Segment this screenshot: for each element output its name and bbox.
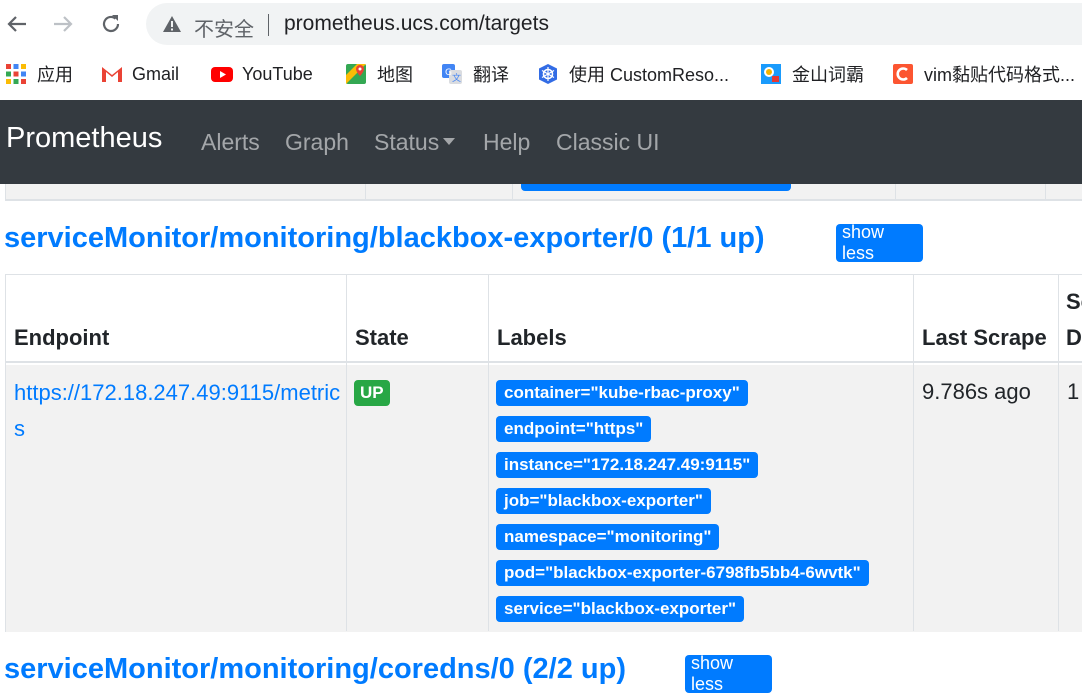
bookmark-vim-paste[interactable]: vim黏贴代码格式... — [892, 61, 1075, 87]
gmail-icon — [100, 63, 122, 85]
browser-toolbar: 不安全 prometheus.ucs.com/targets — [0, 0, 1082, 50]
previous-table-remnant — [5, 184, 1082, 201]
labels-list: container="kube-rbac-proxy" endpoint="ht… — [496, 380, 916, 632]
show-less-button[interactable]: show less — [836, 222, 923, 263]
svg-text:G: G — [445, 68, 452, 78]
bookmark-maps[interactable]: 地图 — [345, 61, 413, 87]
iciba-icon — [760, 63, 782, 85]
reload-button[interactable] — [96, 9, 126, 39]
bookmark-label: 地图 — [377, 65, 413, 85]
nav-graph[interactable]: Graph — [285, 129, 349, 156]
back-button[interactable] — [2, 9, 32, 39]
column-divider — [346, 275, 347, 631]
bookmark-label: 使用 CustomReso... — [569, 65, 730, 85]
bookmark-label: YouTube — [242, 63, 313, 84]
column-header-scrape-duration-line2: D — [1066, 325, 1082, 350]
nav-classic-ui[interactable]: Classic UI — [556, 129, 660, 156]
nav-status-label: Status — [374, 129, 440, 155]
label-badge: endpoint="https" — [496, 416, 652, 442]
bookmark-customresource[interactable]: 使用 CustomReso... — [537, 61, 729, 87]
label-badge-partial — [521, 184, 791, 191]
csdn-icon — [892, 63, 914, 85]
svg-text:文: 文 — [452, 72, 461, 84]
bookmark-label: vim黏贴代码格式... — [924, 65, 1075, 85]
column-divider — [1058, 275, 1059, 631]
column-header-last-scrape: Last Scrape — [922, 325, 1047, 350]
label-badge: container="kube-rbac-proxy" — [496, 380, 748, 406]
table-row: https://172.18.247.49:9115/metrics UP co… — [6, 365, 1082, 632]
section-title-blackbox[interactable]: serviceMonitor/monitoring/blackbox-expor… — [4, 222, 765, 255]
label-badge: job="blackbox-exporter" — [496, 488, 711, 514]
address-separator — [268, 14, 269, 36]
bookmark-label: 翻译 — [473, 65, 509, 85]
nav-alerts[interactable]: Alerts — [201, 129, 260, 156]
show-less-button[interactable]: show less — [685, 653, 772, 694]
nav-help[interactable]: Help — [483, 129, 530, 156]
state-badge-up: UP — [354, 380, 390, 406]
column-divider — [1045, 184, 1046, 199]
column-divider — [895, 184, 896, 199]
brand-link[interactable]: Prometheus — [6, 122, 162, 155]
column-header-scrape-duration: Sc — [1066, 289, 1082, 314]
forward-arrow-icon — [54, 16, 73, 32]
label-badge: pod="blackbox-exporter-6798fb5bb4-6wvtk" — [496, 560, 869, 586]
bookmark-label: 金山词霸 — [792, 65, 864, 85]
nav-status[interactable]: Status — [374, 129, 456, 156]
bookmark-gmail[interactable]: Gmail — [100, 61, 179, 87]
column-divider — [365, 184, 366, 199]
bookmark-apps[interactable]: 应用 — [5, 61, 73, 87]
kubernetes-icon — [537, 63, 559, 85]
scrape-duration-value: 1 — [1067, 379, 1080, 404]
back-arrow-icon — [7, 16, 26, 32]
bookmark-youtube[interactable]: YouTube — [210, 61, 313, 87]
url-text[interactable]: prometheus.ucs.com/targets — [284, 12, 549, 36]
column-header-labels: Labels — [497, 325, 567, 350]
column-divider — [512, 184, 513, 199]
last-scrape-value: 9.786s ago — [922, 379, 1031, 404]
section-title-coredns[interactable]: serviceMonitor/monitoring/coredns/0 (2/2… — [4, 653, 626, 686]
bookmark-iciba[interactable]: 金山词霸 — [760, 61, 864, 87]
column-header-state: State — [355, 325, 409, 350]
translate-icon: G 文 — [441, 63, 463, 85]
targets-table: Endpoint State Labels Last Scrape Sc D h… — [5, 274, 1082, 632]
bookmark-translate[interactable]: G 文 翻译 — [441, 61, 509, 87]
forward-button[interactable] — [48, 9, 78, 39]
prometheus-navbar: Prometheus Alerts Graph Status Help Clas… — [0, 100, 1082, 184]
bookmarks-bar: 应用 Gmail YouTube 地图 G 文 翻译 使用 CustomReso… — [0, 50, 1082, 100]
column-header-endpoint: Endpoint — [14, 325, 110, 350]
address-bar[interactable]: 不安全 prometheus.ucs.com/targets — [146, 3, 1082, 45]
apps-grid-icon — [5, 63, 27, 85]
table-header: Endpoint State Labels Last Scrape Sc D — [6, 275, 1082, 363]
insecure-label: 不安全 — [194, 17, 254, 41]
column-divider — [488, 275, 489, 631]
label-badge: service="blackbox-exporter" — [496, 596, 745, 622]
reload-icon — [102, 15, 120, 33]
bookmark-label: 应用 — [37, 65, 73, 85]
label-badge: instance="172.18.247.49:9115" — [496, 452, 759, 478]
caret-down-icon — [443, 138, 456, 146]
maps-icon — [345, 63, 367, 85]
column-divider — [913, 275, 914, 631]
warning-icon — [163, 16, 181, 32]
youtube-icon — [210, 63, 233, 85]
endpoint-link[interactable]: https://172.18.247.49:9115/metrics — [14, 375, 344, 447]
bookmark-label: Gmail — [132, 63, 180, 84]
label-badge: namespace="monitoring" — [496, 524, 720, 550]
